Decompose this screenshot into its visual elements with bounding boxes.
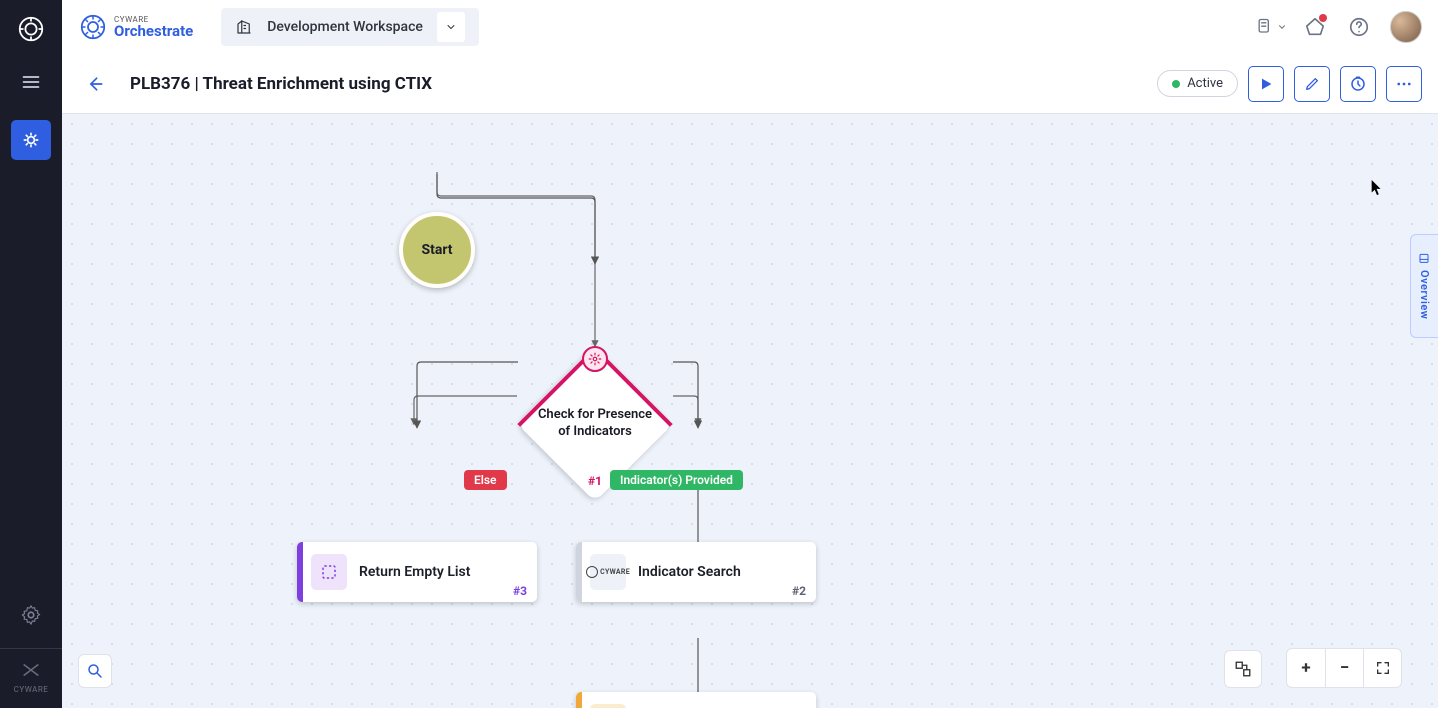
indicator-search-number: #2 — [792, 584, 806, 598]
nav-playbooks-button[interactable] — [11, 120, 51, 160]
branch-provided-label[interactable]: Indicator(s) Provided — [610, 470, 743, 490]
fullscreen-button[interactable] — [1363, 649, 1401, 687]
flow-connectors — [62, 114, 1438, 708]
zoom-controls: + − — [1286, 648, 1402, 688]
help-button[interactable] — [1342, 10, 1376, 44]
rail-footer-label: CYWARE — [14, 685, 49, 694]
decision-node[interactable]: Check for Presence of Indicators #1 — [510, 364, 680, 484]
page-subheader: PLB376 | Threat Enrichment using CTIX Ac… — [62, 54, 1438, 114]
left-nav-rail: CYWARE — [0, 0, 62, 708]
cyware-vendor-icon: CYWARE — [590, 554, 626, 590]
search-canvas-button[interactable] — [78, 654, 112, 688]
start-node[interactable]: Start — [399, 212, 475, 288]
rail-footer: CYWARE — [0, 648, 62, 708]
gear-icon — [590, 704, 626, 708]
indicator-search-label: Indicator Search — [638, 564, 741, 580]
brand-icon — [78, 12, 108, 42]
nav-menu-button[interactable] — [11, 62, 51, 102]
status-dot-icon — [1172, 80, 1180, 88]
run-button[interactable] — [1248, 66, 1284, 102]
playbook-canvas[interactable]: Start Check for Presence of Indicators #… — [62, 114, 1438, 708]
status-badge: Active — [1157, 70, 1238, 97]
overview-tab[interactable]: Overview — [1410, 234, 1438, 338]
decision-number: #1 — [588, 474, 602, 488]
notification-dot — [1319, 14, 1327, 22]
page-title: PLB376 | Threat Enrichment using CTIX — [130, 74, 432, 94]
gear-icon — [582, 346, 608, 372]
brand-bottom-label: Orchestrate — [114, 24, 193, 39]
workspace-selector[interactable]: Development Workspace — [221, 8, 479, 46]
indicator-search-node[interactable]: CYWARE Indicator Search #2 — [576, 542, 816, 602]
nav-settings-button[interactable] — [20, 604, 42, 626]
status-label: Active — [1187, 76, 1223, 91]
edit-button[interactable] — [1294, 66, 1330, 102]
return-empty-node[interactable]: Return Empty List #3 — [297, 542, 537, 602]
schedule-button[interactable] — [1340, 66, 1376, 102]
return-empty-label: Return Empty List — [359, 564, 470, 580]
back-button[interactable] — [78, 67, 112, 101]
export-dropdown[interactable] — [1254, 10, 1288, 44]
panel-icon — [1419, 252, 1431, 264]
branch-else-label[interactable]: Else — [464, 470, 507, 490]
auto-layout-button[interactable] — [1224, 650, 1262, 688]
list-icon — [311, 554, 347, 590]
app-logo-icon — [16, 14, 46, 44]
more-actions-button[interactable] — [1386, 66, 1422, 102]
start-node-label: Start — [421, 242, 452, 258]
return-empty-number: #3 — [513, 584, 527, 598]
brand: CYWARE Orchestrate — [78, 12, 193, 42]
building-icon — [235, 18, 253, 36]
zoom-in-button[interactable]: + — [1287, 649, 1325, 687]
format-results-node[interactable]: Format Results #4 — [576, 692, 816, 708]
decision-label: Check for Presence of Indicators — [538, 407, 652, 441]
user-avatar[interactable] — [1390, 11, 1422, 43]
zoom-out-button[interactable]: − — [1325, 649, 1363, 687]
workspace-label: Development Workspace — [267, 19, 423, 35]
notifications-button[interactable] — [1298, 10, 1332, 44]
top-header: CYWARE Orchestrate Development Workspace — [62, 0, 1438, 54]
overview-tab-label: Overview — [1418, 270, 1431, 319]
chevron-down-icon — [437, 12, 465, 42]
